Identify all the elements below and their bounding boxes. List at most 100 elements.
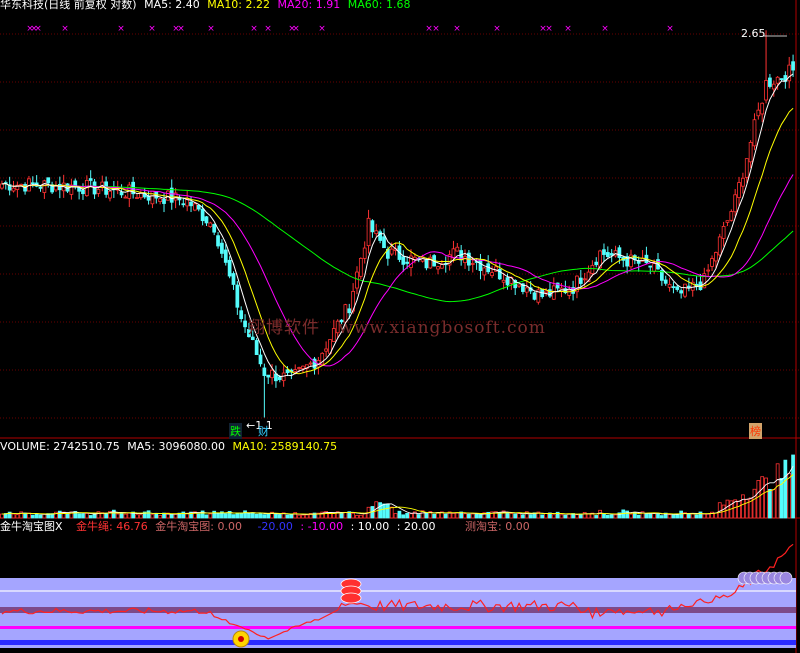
volume-bar (204, 514, 209, 519)
candle-body (378, 231, 383, 241)
price-panel-header: 华东科技(日线 前复权 对数) MA5: 2.40 MA10: 2.22 MA2… (0, 0, 414, 12)
volume-bar (77, 513, 81, 519)
volume-bar (196, 513, 201, 519)
candle (177, 194, 182, 206)
candle (146, 190, 151, 205)
volume-panel-header: VOLUME: 2742510.75 MA5: 3096080.00 MA10:… (0, 440, 341, 454)
candle-body (370, 220, 375, 233)
signal-mark: × (207, 24, 215, 34)
volume-bar (146, 510, 151, 519)
volume-bar (690, 513, 695, 519)
candle-body (567, 289, 572, 296)
candle-body (389, 248, 394, 255)
volume-bar (212, 510, 217, 519)
volume-bar (0, 513, 4, 519)
volume-bar (575, 514, 579, 519)
candle (756, 102, 761, 120)
candle (679, 288, 684, 299)
volume-bar (119, 512, 124, 519)
candle (96, 188, 101, 197)
candle (636, 256, 641, 272)
signal-mark: × (432, 24, 440, 34)
volume-bar (675, 514, 680, 519)
signal-mark: × (250, 24, 258, 34)
candle-body (88, 178, 93, 181)
candle-body (578, 277, 583, 284)
candle (644, 246, 649, 265)
candle (274, 365, 278, 388)
volume-bar (88, 515, 93, 519)
candle-body (764, 80, 768, 101)
candle (50, 181, 54, 194)
indicator-panel (0, 543, 796, 648)
candle (73, 178, 78, 190)
volume-bar (517, 513, 521, 519)
candle-body (710, 258, 714, 267)
volume-bar (551, 514, 556, 519)
candle (324, 341, 328, 357)
stock-chart-window[interactable]: × × × × × × × × × × × × × × × × × × × × × × × 华东科技(日线 前复权 对数) … (0, 0, 800, 653)
volume-bar (254, 513, 259, 519)
candle (737, 176, 741, 206)
candle-body (196, 204, 201, 210)
volume-bar (358, 514, 363, 519)
candle-body (270, 369, 274, 379)
signal-mark: × (61, 24, 69, 34)
candle-body (451, 248, 456, 259)
volume-bar (509, 513, 514, 519)
volume-bar (297, 514, 301, 519)
volume-bar (397, 510, 402, 519)
candle-body (216, 235, 220, 247)
candle (212, 223, 217, 236)
candle-body (725, 220, 730, 223)
candle-body (162, 198, 166, 204)
candle (791, 54, 795, 77)
candle (725, 220, 730, 227)
volume-bar (463, 513, 467, 519)
candle-body (590, 264, 595, 274)
volume-bar (706, 513, 711, 519)
purple-disk-marker (737, 571, 793, 585)
volume-bar (208, 513, 213, 519)
candle (659, 268, 664, 286)
volume-bar (355, 514, 359, 519)
candle (166, 189, 170, 201)
candle-body (671, 286, 676, 289)
level-line (0, 590, 796, 592)
volume-bar (768, 488, 772, 519)
candle-body (775, 76, 780, 84)
indicator-panel-header: 金牛淘宝图X 金牛绳: 46.76 金牛淘宝图: 0.00 -20.00 : -… (0, 520, 534, 534)
candle-body (675, 286, 680, 290)
candle-body (737, 182, 741, 198)
candle-body (166, 190, 170, 201)
candle-body (756, 109, 761, 117)
candle (258, 348, 263, 367)
candle-body (200, 208, 205, 222)
candle-body (721, 226, 726, 239)
candle (710, 255, 714, 272)
volume-bar (432, 513, 437, 519)
candle-body (679, 290, 684, 294)
volume-bar (559, 514, 564, 519)
volume-bar (787, 472, 792, 519)
candle (517, 284, 521, 289)
signal-mark: × (666, 24, 674, 34)
volume-bar (84, 513, 89, 519)
volume-bar (416, 514, 421, 519)
candle (127, 181, 132, 208)
volume-bar (467, 513, 471, 519)
candle (717, 233, 722, 257)
volume-ma10-line (1, 474, 794, 515)
volume-bar (223, 513, 228, 519)
candlesticks (0, 30, 795, 418)
volume-bar (455, 512, 460, 519)
volume-bar (694, 514, 699, 519)
candle-body (505, 277, 510, 286)
candle (667, 277, 672, 292)
candle (436, 265, 440, 275)
volume-bar (104, 512, 108, 519)
candle (204, 215, 209, 227)
volume-bar (613, 514, 618, 519)
coin-center (238, 636, 244, 642)
volume-bar (775, 463, 780, 519)
